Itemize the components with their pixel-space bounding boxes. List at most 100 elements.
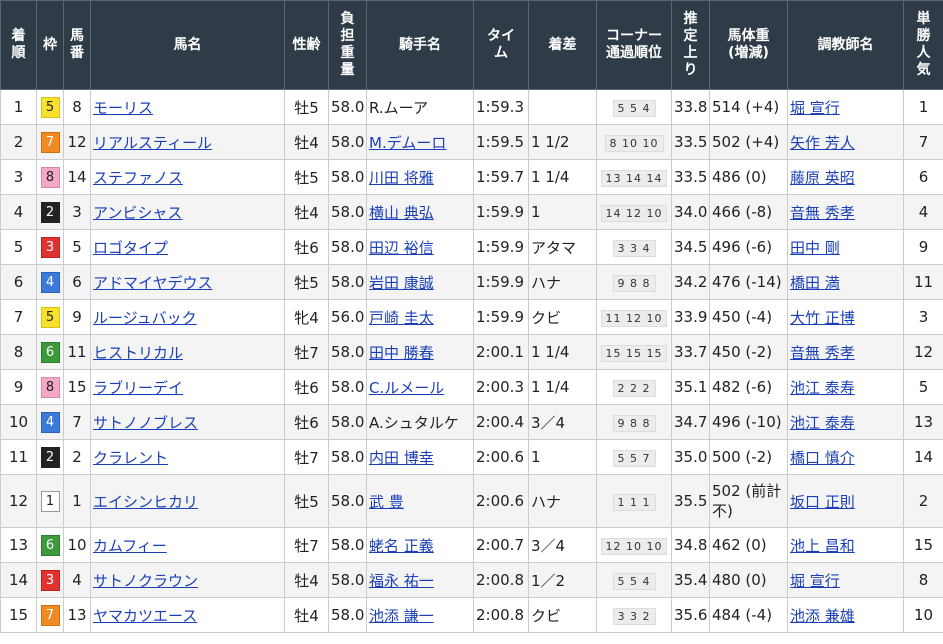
jockey-link[interactable]: C.ルメール: [369, 379, 444, 397]
jockey-link[interactable]: M.デムーロ: [369, 134, 446, 152]
table-row: 9 8 15 ラブリーデイ 牡6 58.0 C.ルメール 2:00.3 1 1/…: [0, 369, 943, 405]
popularity-cell: 6: [903, 159, 943, 195]
waku-cell: 7: [36, 597, 64, 633]
time-cell: 1:59.9: [473, 229, 529, 265]
horse-link[interactable]: ラブリーデイ: [93, 379, 183, 397]
trainer-cell: 池上 昌和: [787, 527, 904, 563]
waku-badge: 3: [40, 569, 60, 591]
horse-link[interactable]: ヒストリカル: [93, 344, 183, 362]
sexage-cell: 牡4: [284, 597, 329, 633]
time-cell: 1:59.9: [473, 299, 529, 335]
jockey-link[interactable]: 田中 勝春: [369, 344, 434, 362]
popularity-cell: 8: [903, 562, 943, 598]
corner-cell: 1 1 1: [596, 474, 672, 528]
horse-link[interactable]: サトノノブレス: [93, 414, 198, 432]
horse-cell: エイシンヒカリ: [90, 474, 285, 528]
trainer-cell: 池江 泰寿: [787, 404, 904, 440]
trainer-link[interactable]: 橋口 慎介: [790, 449, 855, 467]
horse-link[interactable]: ヤマカツエース: [93, 607, 197, 625]
waku-cell: 1: [36, 474, 64, 528]
waku-badge: 2: [40, 446, 60, 468]
corner-cell: 5 5 7: [596, 439, 672, 475]
header-jockey: 騎手名: [366, 0, 474, 90]
horse-link[interactable]: ロゴタイプ: [93, 239, 168, 257]
jockey-link[interactable]: 横山 典弘: [369, 204, 434, 222]
jockey-link[interactable]: 武 豊: [369, 493, 404, 511]
trainer-link[interactable]: 堀 宣行: [790, 99, 840, 117]
last3f-cell: 33.5: [671, 159, 710, 195]
horse-cell: リアルスティール: [90, 124, 285, 160]
horse-link[interactable]: アドマイヤデウス: [93, 274, 213, 292]
waku-cell: 6: [36, 527, 64, 563]
trainer-link[interactable]: 橋田 満: [790, 274, 840, 292]
jockey-link[interactable]: 池添 謙一: [369, 607, 434, 625]
horse-link[interactable]: モーリス: [93, 99, 153, 117]
header-sex-age: 性齢: [284, 0, 329, 90]
horse-link[interactable]: ステファノス: [93, 169, 183, 187]
jockey-link[interactable]: 田辺 裕信: [369, 239, 434, 257]
jockey-cell: R.ムーア: [366, 89, 474, 125]
umaban-cell: 1: [63, 474, 91, 528]
trainer-link[interactable]: 坂口 正則: [790, 493, 855, 511]
trainer-link[interactable]: 藤原 英昭: [790, 169, 855, 187]
weight-cell: 58.0: [328, 334, 367, 370]
margin-cell: 1 1/2: [528, 124, 597, 160]
popularity-cell: 14: [903, 439, 943, 475]
jockey-cell: C.ルメール: [366, 369, 474, 405]
jockey-link[interactable]: 蛯名 正義: [369, 537, 434, 555]
table-row: 2 7 12 リアルスティール 牡4 58.0 M.デムーロ 1:59.5 1 …: [0, 124, 943, 160]
trainer-link[interactable]: 大竹 正博: [790, 309, 855, 327]
horse-link[interactable]: クラレント: [93, 449, 168, 467]
last3f-cell: 35.0: [671, 439, 710, 475]
popularity-cell: 10: [903, 597, 943, 633]
margin-cell: 3／4: [528, 527, 597, 563]
horse-link[interactable]: アンビシャス: [93, 204, 182, 222]
jockey-link[interactable]: 内田 博幸: [369, 449, 434, 467]
trainer-link[interactable]: 音無 秀孝: [790, 344, 855, 362]
last3f-cell: 34.5: [671, 229, 710, 265]
waku-badge: 8: [40, 166, 60, 188]
corner-cell: 9 8 8: [596, 264, 672, 300]
waku-cell: 8: [36, 159, 64, 195]
trainer-link[interactable]: 池江 泰寿: [790, 414, 855, 432]
corner-positions: 5 5 7: [612, 449, 656, 467]
trainer-link[interactable]: 音無 秀孝: [790, 204, 855, 222]
time-cell: 1:59.7: [473, 159, 529, 195]
header-waku: 枠: [36, 0, 64, 90]
margin-cell: 1 1/4: [528, 369, 597, 405]
rank-cell: 7: [0, 299, 37, 335]
horse-link[interactable]: ルージュバック: [93, 309, 197, 327]
body-weight-cell: 466 (-8): [709, 194, 788, 230]
waku-badge: 3: [40, 236, 60, 258]
time-cell: 2:00.1: [473, 334, 529, 370]
trainer-link[interactable]: 池江 泰寿: [790, 379, 855, 397]
horse-link[interactable]: エイシンヒカリ: [93, 493, 198, 511]
trainer-cell: 矢作 芳人: [787, 124, 904, 160]
trainer-link[interactable]: 池上 昌和: [790, 537, 855, 555]
jockey-link[interactable]: 戸崎 圭太: [369, 309, 434, 327]
jockey-link[interactable]: 福永 祐一: [369, 572, 434, 590]
trainer-link[interactable]: 田中 剛: [790, 239, 840, 257]
horse-link[interactable]: リアルスティール: [93, 134, 212, 152]
margin-cell: 1 1/4: [528, 159, 597, 195]
time-cell: 2:00.8: [473, 562, 529, 598]
trainer-link[interactable]: 矢作 芳人: [790, 134, 855, 152]
table-row: 14 3 4 サトノクラウン 牡4 58.0 福永 祐一 2:00.8 1／2 …: [0, 562, 943, 598]
jockey-link[interactable]: 岩田 康誠: [369, 274, 434, 292]
corner-positions: 5 5 4: [612, 572, 656, 590]
trainer-link[interactable]: 堀 宣行: [790, 572, 840, 590]
horse-cell: サトノノブレス: [90, 404, 285, 440]
horse-cell: クラレント: [90, 439, 285, 475]
time-cell: 2:00.6: [473, 439, 529, 475]
trainer-cell: 橋口 慎介: [787, 439, 904, 475]
trainer-cell: 音無 秀孝: [787, 334, 904, 370]
waku-cell: 2: [36, 439, 64, 475]
trainer-link[interactable]: 池添 兼雄: [790, 607, 855, 625]
jockey-link[interactable]: 川田 将雅: [369, 169, 434, 187]
horse-link[interactable]: カムフィー: [93, 537, 167, 555]
sexage-cell: 牡4: [284, 562, 329, 598]
horse-link[interactable]: サトノクラウン: [93, 572, 198, 590]
jockey-cell: 福永 祐一: [366, 562, 474, 598]
weight-cell: 58.0: [328, 597, 367, 633]
corner-positions: 5 5 4: [612, 99, 656, 117]
